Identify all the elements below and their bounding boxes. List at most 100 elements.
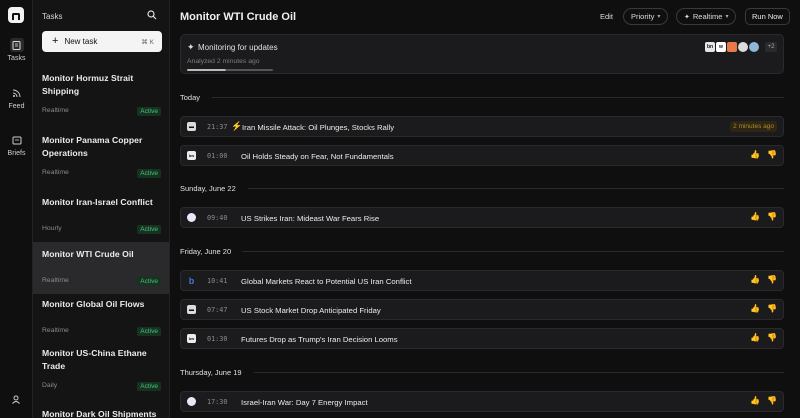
status-badge: Active: [137, 169, 161, 178]
thumbs-down-icon[interactable]: 👎: [767, 305, 777, 313]
feed-row[interactable]: ▬ 21:37 ⚡ Iran Missile Attack: Oil Plung…: [180, 116, 784, 137]
source-logo-icon: bn: [705, 42, 715, 52]
thumbs-up-icon[interactable]: 👍: [750, 305, 760, 313]
thumbs-down-icon[interactable]: 👎: [767, 334, 777, 342]
task-item[interactable]: Monitor Global Oil Flows Realtime Active: [33, 292, 169, 344]
shortcut-hint: ⌘ K: [141, 38, 154, 46]
realtime-dropdown[interactable]: ✦ Realtime ▾: [676, 8, 737, 25]
thumbs-up-icon[interactable]: 👍: [750, 334, 760, 342]
thumbs-up-icon[interactable]: 👍: [750, 213, 760, 221]
new-task-button[interactable]: + New task ⌘ K: [42, 31, 162, 52]
chevron-down-icon: ▾: [725, 14, 729, 20]
monitor-status: Monitoring for updates: [198, 43, 278, 52]
row-time: 17:30: [207, 398, 228, 406]
thumbs-down-icon[interactable]: 👎: [767, 276, 777, 284]
row-title: US Strikes Iran: Mideast War Fears Rise: [241, 214, 380, 223]
run-now-button[interactable]: Run Now: [745, 8, 790, 25]
app-logo[interactable]: [8, 7, 24, 23]
user-add-icon: [10, 392, 24, 406]
thumbs-up-icon[interactable]: 👍: [750, 397, 760, 405]
task-frequency: Hourly: [42, 225, 62, 232]
task-title: Monitor Hormuz Strait Shipping: [42, 73, 134, 96]
row-title: US Stock Market Drop Anticipated Friday: [241, 306, 381, 315]
row-time: 10:41: [207, 277, 228, 285]
task-item-selected[interactable]: Monitor WTI Crude Oil Realtime Active: [33, 242, 169, 294]
news-source-icon: ▬: [187, 305, 196, 314]
search-icon[interactable]: [147, 10, 157, 20]
monitor-status-card: ✦ Monitoring for updates Analyzed 2 minu…: [180, 34, 784, 74]
feedback-buttons: 👍 👎: [750, 334, 777, 342]
plus-icon: +: [52, 35, 59, 47]
nav-rail: Tasks Feed Briefs: [0, 0, 33, 418]
rail-label-briefs: Briefs: [7, 150, 26, 157]
task-item[interactable]: Monitor Iran-Israel Conflict Hourly Acti…: [33, 190, 169, 242]
source-logo-icon: [749, 42, 759, 52]
day-heading: Thursday, June 19: [180, 368, 242, 377]
feed-row[interactable]: b 10:41 Global Markets React to Potentia…: [180, 270, 784, 291]
divider: [242, 251, 784, 252]
news-source-icon: [187, 397, 196, 406]
rail-label-tasks: Tasks: [7, 55, 26, 62]
divider: [248, 188, 784, 189]
row-title: Israel-Iran War: Day 7 Energy Impact: [241, 398, 368, 407]
task-title: Monitor Dark Oil Shipments: [42, 409, 157, 418]
edit-button[interactable]: Edit: [600, 12, 613, 21]
row-title: Iran Missile Attack: Oil Plunges, Stocks…: [242, 123, 395, 132]
rail-item-feed[interactable]: Feed: [0, 86, 33, 110]
thumbs-up-icon[interactable]: 👍: [750, 151, 760, 159]
status-badge: Active: [137, 225, 161, 234]
chevron-down-icon: ▾: [657, 14, 661, 20]
feed-row[interactable]: 17:30 Israel-Iran War: Day 7 Energy Impa…: [180, 391, 784, 412]
row-title: Oil Holds Steady on Fear, Not Fundamenta…: [241, 152, 394, 161]
feedback-buttons: 👍 👎: [750, 305, 777, 313]
priority-label: Priority: [631, 12, 655, 21]
monitor-analyzed: Analyzed 2 minutes ago: [187, 58, 260, 65]
rail-item-user[interactable]: [0, 392, 33, 406]
feed-row[interactable]: bw 01:00 Oil Holds Steady on Fear, Not F…: [180, 145, 784, 166]
feed-row[interactable]: ▬ 07:47 US Stock Market Drop Anticipated…: [180, 299, 784, 320]
task-title: Monitor Iran-Israel Conflict: [42, 197, 153, 207]
feed-row[interactable]: bw 01:30 Futures Drop as Trump's Iran De…: [180, 328, 784, 349]
feed-row[interactable]: 09:40 US Strikes Iran: Mideast War Fears…: [180, 207, 784, 228]
thumbs-down-icon[interactable]: 👎: [767, 213, 777, 221]
task-item[interactable]: Monitor Dark Oil Shipments: [33, 402, 169, 418]
time-ago-badge: 2 minutes ago: [730, 121, 777, 132]
row-time: 07:47: [207, 306, 228, 314]
more-sources-badge[interactable]: +2: [765, 42, 777, 52]
rail-label-feed: Feed: [8, 103, 25, 110]
row-time: 01:00: [207, 152, 228, 160]
priority-dropdown[interactable]: Priority ▾: [623, 8, 669, 25]
source-logo-icon: [727, 42, 737, 52]
sparkle-icon: ✦: [187, 42, 195, 52]
row-title: Global Markets React to Potential US Ira…: [241, 277, 412, 286]
news-source-icon: ▬: [187, 122, 196, 131]
status-badge: Active: [137, 277, 161, 286]
task-frequency: Realtime: [42, 107, 69, 114]
sparkle-icon: ✦: [684, 13, 690, 21]
clipboard-icon: [9, 38, 24, 52]
feedback-buttons: 👍 👎: [750, 276, 777, 284]
task-item[interactable]: Monitor US-China Ethane Trade Daily Acti…: [33, 341, 169, 399]
task-title: Monitor US-China Ethane Trade: [42, 348, 147, 371]
task-title: Monitor WTI Crude Oil: [42, 249, 134, 259]
tasks-sidebar: Tasks + New task ⌘ K Monitor Hormuz Stra…: [33, 0, 170, 418]
task-frequency: Realtime: [42, 169, 69, 176]
row-time: 21:37: [207, 123, 228, 131]
rail-item-tasks[interactable]: Tasks: [0, 38, 33, 62]
progress-bar: [187, 69, 273, 71]
task-item[interactable]: Monitor Hormuz Strait Shipping Realtime …: [33, 66, 169, 124]
task-item[interactable]: Monitor Panama Copper Operations Realtim…: [33, 128, 169, 186]
status-badge: Active: [137, 107, 161, 116]
rail-item-briefs[interactable]: Briefs: [0, 133, 33, 157]
status-badge: Active: [137, 327, 161, 336]
tasks-header: Tasks: [42, 12, 63, 21]
feedback-buttons: 👍 👎: [750, 151, 777, 159]
news-source-icon: b: [188, 275, 195, 286]
thumbs-up-icon[interactable]: 👍: [750, 276, 760, 284]
brief-icon: [10, 133, 24, 147]
day-heading: Sunday, June 22: [180, 184, 236, 193]
thumbs-down-icon[interactable]: 👎: [767, 151, 777, 159]
divider: [212, 97, 784, 98]
lightning-icon: ⚡: [231, 121, 243, 131]
thumbs-down-icon[interactable]: 👎: [767, 397, 777, 405]
